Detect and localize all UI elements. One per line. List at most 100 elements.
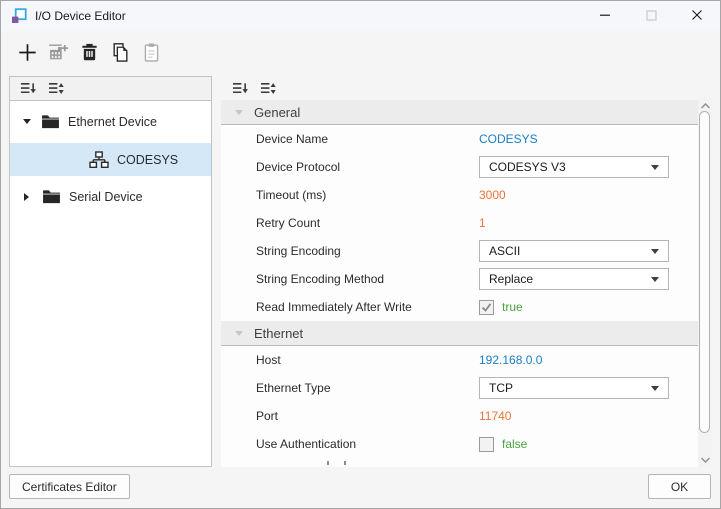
minimize-icon bbox=[599, 9, 611, 24]
chevron-down-icon bbox=[651, 248, 659, 254]
properties-panel-header bbox=[231, 76, 277, 100]
tree-item-serial-device[interactable]: Serial Device bbox=[10, 180, 211, 213]
device-tree: Ethernet Device CODESYS Serial Device bbox=[10, 101, 211, 213]
tree-expand-all-icon[interactable] bbox=[47, 81, 65, 96]
property-label: Port bbox=[256, 409, 279, 423]
scrollbar-thumb[interactable] bbox=[699, 111, 710, 433]
property-row-read-immediately-after-write: Read Immediately After Write true bbox=[221, 293, 698, 321]
property-label: String Encoding bbox=[256, 244, 341, 258]
dropdown-selected-value: Replace bbox=[489, 272, 534, 286]
copy-icon bbox=[110, 42, 131, 63]
add-group-icon bbox=[48, 42, 69, 63]
timeout-ms-value[interactable]: 3000 bbox=[479, 188, 506, 202]
dropdown-selected-value: TCP bbox=[489, 381, 513, 395]
ethernet-type-dropdown[interactable]: TCP bbox=[479, 377, 669, 399]
plus-icon bbox=[17, 42, 38, 63]
host-value[interactable]: 192.168.0.0 bbox=[479, 353, 542, 367]
maximize-button[interactable] bbox=[628, 1, 674, 31]
property-label: Device Name bbox=[256, 132, 329, 146]
tree-item-codesys[interactable]: CODESYS bbox=[10, 143, 211, 176]
section-header-ethernet[interactable]: Ethernet bbox=[221, 321, 698, 346]
use-authentication-value: false bbox=[502, 437, 528, 451]
collapse-arrow-icon[interactable] bbox=[23, 119, 31, 124]
property-label: Use Authentication bbox=[256, 437, 357, 451]
property-label: String Encoding Method bbox=[256, 272, 385, 286]
clipped-property-row bbox=[221, 458, 698, 467]
trash-icon bbox=[79, 42, 100, 63]
section-collapse-icon bbox=[235, 109, 243, 115]
add-device-button[interactable] bbox=[15, 40, 40, 65]
dropdown-selected-value: CODESYS V3 bbox=[489, 160, 566, 174]
main-toolbar bbox=[1, 31, 720, 73]
close-icon bbox=[691, 9, 703, 24]
maximize-icon bbox=[645, 9, 657, 24]
add-device-group-button[interactable] bbox=[46, 40, 71, 65]
property-row-host: Host 192.168.0.0 bbox=[221, 346, 698, 374]
copy-device-button[interactable] bbox=[108, 40, 133, 65]
property-label: Timeout (ms) bbox=[256, 188, 327, 202]
property-row-device-name: Device Name CODESYS bbox=[221, 125, 698, 153]
window-controls bbox=[582, 1, 720, 31]
chevron-down-icon bbox=[651, 164, 659, 170]
clipped-text bbox=[344, 461, 346, 465]
property-label: Host bbox=[256, 353, 281, 367]
retry-count-value[interactable]: 1 bbox=[479, 216, 486, 230]
folder-icon bbox=[41, 114, 60, 129]
app-logo-icon bbox=[11, 8, 27, 24]
props-collapse-all-icon[interactable] bbox=[231, 81, 249, 96]
expand-arrow-icon[interactable] bbox=[24, 192, 29, 201]
property-row-ethernet-type: Ethernet Type TCP bbox=[221, 374, 698, 402]
property-label: Retry Count bbox=[256, 216, 321, 230]
property-row-port: Port 11740 bbox=[221, 402, 698, 430]
chevron-down-icon bbox=[651, 276, 659, 282]
section-title: Ethernet bbox=[254, 325, 304, 341]
property-row-string-encoding-method: String Encoding Method Replace bbox=[221, 265, 698, 293]
device-protocol-dropdown[interactable]: CODESYS V3 bbox=[479, 156, 669, 178]
clipped-text bbox=[327, 461, 329, 465]
tree-item-label: CODESYS bbox=[117, 152, 179, 167]
properties-grid: General Device Name CODESYS Device Protocol… bbox=[221, 100, 698, 467]
delete-device-button[interactable] bbox=[77, 40, 102, 65]
tree-item-label: Ethernet Device bbox=[68, 114, 157, 129]
tree-panel-header bbox=[10, 77, 211, 101]
property-row-use-authentication: Use Authentication false bbox=[221, 430, 698, 458]
section-collapse-icon bbox=[235, 330, 243, 336]
close-button[interactable] bbox=[674, 1, 720, 31]
string-encoding-dropdown[interactable]: ASCII bbox=[479, 240, 669, 262]
property-row-device-protocol: Device Protocol CODESYS V3 bbox=[221, 153, 698, 181]
paste-device-button[interactable] bbox=[139, 40, 164, 65]
section-header-general[interactable]: General bbox=[221, 100, 698, 125]
tree-collapse-all-icon[interactable] bbox=[19, 81, 37, 96]
property-row-string-encoding: String Encoding ASCII bbox=[221, 237, 698, 265]
dropdown-selected-value: ASCII bbox=[489, 244, 521, 258]
property-label: Read Immediately After Write bbox=[256, 300, 412, 314]
property-row-retry-count: Retry Count 1 bbox=[221, 209, 698, 237]
tree-item-ethernet-device[interactable]: Ethernet Device bbox=[10, 105, 211, 138]
device-name-value[interactable]: CODESYS bbox=[479, 132, 538, 146]
property-label: Ethernet Type bbox=[256, 381, 331, 395]
io-device-editor-window: I/O Device Editor Ethernet Device CODESYS… bbox=[0, 0, 721, 509]
property-row-timeout-ms: Timeout (ms) 3000 bbox=[221, 181, 698, 209]
props-expand-all-icon[interactable] bbox=[259, 81, 277, 96]
read-immediately-after-write-checkbox[interactable] bbox=[479, 299, 494, 315]
certificates-editor-button[interactable]: Certificates Editor bbox=[9, 474, 130, 499]
property-label: Device Protocol bbox=[256, 160, 341, 174]
paste-icon bbox=[141, 42, 162, 63]
section-title: General bbox=[254, 104, 301, 120]
device-tree-panel: Ethernet Device CODESYS Serial Device bbox=[9, 76, 212, 467]
read-immediately-after-write-value: true bbox=[502, 300, 523, 314]
network-device-icon bbox=[89, 150, 109, 169]
chevron-down-icon bbox=[700, 452, 711, 467]
vertical-scrollbar[interactable] bbox=[698, 98, 712, 467]
tree-item-label: Serial Device bbox=[69, 189, 143, 204]
window-title: I/O Device Editor bbox=[35, 9, 126, 23]
scroll-down-button[interactable] bbox=[698, 453, 712, 466]
folder-icon bbox=[42, 189, 61, 204]
titlebar: I/O Device Editor bbox=[1, 1, 720, 31]
chevron-down-icon bbox=[651, 385, 659, 391]
minimize-button[interactable] bbox=[582, 1, 628, 31]
string-encoding-method-dropdown[interactable]: Replace bbox=[479, 268, 669, 290]
ok-button[interactable]: OK bbox=[648, 474, 711, 499]
port-value[interactable]: 11740 bbox=[479, 409, 511, 423]
use-authentication-checkbox[interactable] bbox=[479, 436, 494, 452]
